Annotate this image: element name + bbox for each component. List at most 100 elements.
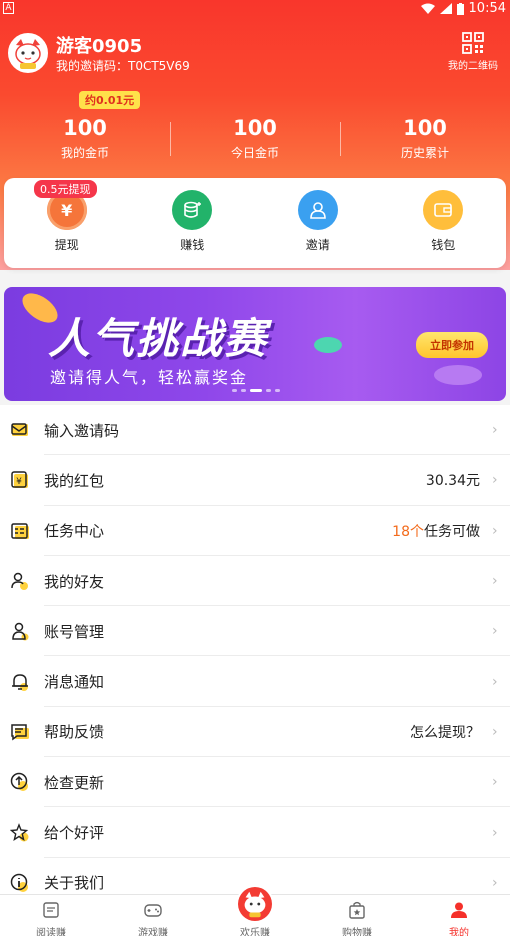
menu-item-label: 检查更新: [44, 773, 105, 792]
envelope-icon: [10, 420, 30, 440]
task-icon: [10, 521, 30, 541]
menu-item-account-management[interactable]: 账号管理 ›: [0, 606, 510, 657]
signal-icon: [439, 3, 452, 14]
lucky-cat-icon: [10, 35, 46, 71]
lucky-cat-icon: [236, 885, 274, 923]
tab-read-earn[interactable]: 阅读赚: [0, 895, 102, 936]
withdraw-button[interactable]: 0.5元提现 ¥ 提现: [4, 178, 130, 268]
pagination-dot: [232, 389, 237, 392]
stat-label: 我的金币: [60, 146, 109, 160]
menu-item-task-center[interactable]: 任务中心 18个任务可做 ›: [0, 506, 510, 557]
menu-item-rate-us[interactable]: 给个好评 ›: [0, 807, 510, 858]
gamepad-icon: [144, 904, 162, 917]
invite-code[interactable]: 我的邀请码：T0CT5V69: [56, 57, 190, 74]
status-bar: A 10:54: [0, 0, 510, 18]
menu-item-label: 消息通知: [44, 673, 105, 692]
tab-mine[interactable]: 我的: [408, 895, 510, 936]
clock: 10:54: [468, 1, 506, 16]
star-icon: [10, 822, 30, 843]
chevron-right-icon: ›: [492, 522, 498, 539]
chevron-right-icon: ›: [492, 422, 498, 439]
tab-label: 欢乐赚: [240, 928, 270, 936]
menu-item-help-feedback[interactable]: 帮助反馈 怎么提现？ ›: [0, 707, 510, 758]
stat-today-coins[interactable]: 100 今日金币: [170, 110, 340, 170]
stat-value: 100: [233, 116, 277, 140]
chevron-right-icon: ›: [492, 472, 498, 489]
coins-icon: [172, 190, 213, 230]
avatar[interactable]: [8, 33, 48, 73]
tab-game-earn[interactable]: 游戏赚: [102, 895, 204, 936]
wifi-icon: [420, 3, 435, 14]
menu-item-label: 我的好友: [44, 572, 105, 591]
account-icon: [10, 621, 30, 641]
bottom-tab-bar: 阅读赚 游戏赚 欢乐赚 购物赚 我的: [0, 885, 510, 936]
pagination-dot: [275, 389, 280, 392]
menu-item-label: 帮助反馈: [44, 723, 105, 742]
wallet-icon: [423, 190, 464, 230]
menu-item-label: 我的红包: [44, 471, 105, 490]
pagination-dot-active: [250, 389, 262, 392]
promo-banner[interactable]: 人气挑战赛 邀请得人气，轻松赢奖金 立即参加: [4, 287, 506, 401]
quick-action-label: 邀请: [305, 238, 330, 252]
book-icon: [43, 902, 59, 918]
menu-item-check-update[interactable]: 检查更新 ›: [0, 757, 510, 808]
stat-label: 今日金币: [230, 146, 279, 160]
menu-item-label: 输入邀请码: [44, 421, 120, 440]
banner-pagination: [232, 389, 280, 392]
notification-a-icon: A: [3, 2, 14, 14]
quick-action-label: 赚钱: [180, 238, 205, 252]
chevron-right-icon: ›: [492, 673, 498, 690]
banner-leaf-decoration: [314, 337, 342, 353]
svg-text:¥: ¥: [16, 477, 22, 487]
info-icon: [10, 873, 30, 893]
shopping-bag-icon: [349, 901, 365, 919]
tab-shop-earn[interactable]: 购物赚: [306, 895, 408, 936]
earn-button[interactable]: 赚钱: [130, 178, 256, 268]
menu-item-value: 30.34元: [425, 473, 480, 490]
friends-icon: [10, 571, 30, 591]
update-icon: [10, 772, 30, 792]
settings-menu: 输入邀请码 › ¥ 我的红包 30.34元 › 任务中心 18个任务可做 › 我…: [0, 405, 510, 909]
menu-item-red-packet[interactable]: ¥ 我的红包 30.34元 ›: [0, 455, 510, 506]
qr-code-label: 我的二维码: [448, 61, 498, 72]
pagination-dot: [241, 389, 246, 392]
user-icon: [297, 190, 338, 230]
menu-item-enter-invite-code[interactable]: 输入邀请码 ›: [0, 405, 510, 456]
task-count-suffix: 任务可做: [424, 523, 480, 540]
wallet-button[interactable]: 钱包: [381, 178, 507, 268]
quick-actions-card: 0.5元提现 ¥ 提现 赚钱 邀请 钱包: [4, 178, 506, 268]
battery-icon: [456, 2, 464, 15]
chevron-right-icon: ›: [492, 824, 498, 841]
invite-button[interactable]: 邀请: [255, 178, 381, 268]
qr-code-button[interactable]: 我的二维码: [442, 32, 504, 72]
coin-stats: 100 我的金币 100 今日金币 100 历史累计: [0, 110, 510, 170]
tab-label: 购物赚: [342, 928, 372, 936]
banner-title: 人气挑战赛: [48, 314, 269, 363]
stat-value: 100: [403, 116, 447, 140]
withdraw-tip-badge: 0.5元提现: [34, 180, 97, 198]
task-count: 18个: [392, 523, 424, 540]
join-now-button[interactable]: 立即参加: [416, 332, 488, 358]
quick-action-label: 提现: [54, 238, 79, 252]
bell-icon: [10, 672, 30, 692]
feedback-icon: [10, 722, 30, 742]
tab-label: 阅读赚: [36, 928, 66, 936]
menu-item-value: 怎么提现？: [410, 724, 480, 741]
menu-item-label: 给个好评: [44, 824, 105, 843]
tab-label: 我的: [449, 928, 469, 936]
menu-item-my-friends[interactable]: 我的好友 ›: [0, 556, 510, 607]
chevron-right-icon: ›: [492, 774, 498, 791]
stat-my-coins[interactable]: 100 我的金币: [0, 110, 170, 170]
menu-item-label: 账号管理: [44, 622, 105, 641]
stat-history-total[interactable]: 100 历史累计: [340, 110, 510, 170]
stat-label: 历史累计: [400, 146, 449, 160]
chevron-right-icon: ›: [492, 723, 498, 740]
profile-icon: [451, 902, 467, 918]
tab-happy-earn[interactable]: 欢乐赚: [204, 885, 306, 936]
chevron-right-icon: ›: [492, 623, 498, 640]
menu-item-value: 18个任务可做: [392, 521, 480, 541]
tab-label: 游戏赚: [138, 928, 168, 936]
red-packet-icon: ¥: [10, 470, 30, 490]
menu-item-notifications[interactable]: 消息通知 ›: [0, 656, 510, 708]
username: 游客0905: [56, 36, 143, 57]
